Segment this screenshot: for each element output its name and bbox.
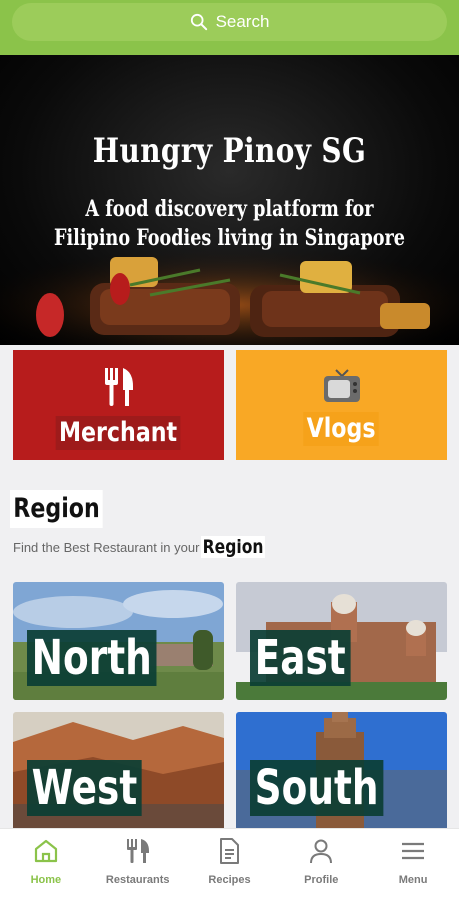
vlogs-label: Vlogs — [303, 412, 380, 446]
region-card-label: East — [250, 630, 351, 686]
region-card-west[interactable]: West — [13, 712, 224, 830]
document-icon — [220, 838, 240, 864]
fork-knife-icon — [126, 839, 149, 863]
nav-profile[interactable]: Profile — [275, 829, 367, 900]
television-icon — [322, 368, 362, 406]
hero-subtitle-line-1: A food discovery platform for — [85, 196, 374, 222]
nav-home-label: Home — [30, 874, 62, 886]
nav-profile-label: Profile — [304, 874, 339, 886]
hero-banner: Hungry Pinoy SG A food discovery platfor… — [0, 55, 459, 345]
region-card-label: West — [27, 760, 142, 816]
bottom-navigation: Home Restaurants Recipes Profile Menu — [0, 828, 459, 900]
hamburger-menu-icon — [402, 842, 425, 860]
fork-knife-icon — [103, 368, 135, 406]
hero-title: Hungry Pinoy SG — [92, 131, 367, 171]
search-label: Search — [215, 12, 270, 31]
search-bar[interactable]: Search — [12, 3, 447, 41]
vlogs-tile[interactable]: Vlogs — [236, 350, 447, 460]
nav-restaurants[interactable]: Restaurants — [92, 829, 184, 900]
region-card-label: North — [27, 630, 157, 686]
nav-menu-label: Menu — [398, 874, 428, 886]
person-icon — [310, 839, 333, 864]
region-subtitle-text: Find the Best Restaurant in your — [13, 539, 200, 555]
merchant-tile[interactable]: Merchant — [13, 350, 224, 460]
merchant-label: Merchant — [56, 416, 181, 450]
region-card-north[interactable]: North — [13, 582, 224, 700]
region-card-east[interactable]: East — [236, 582, 447, 700]
home-icon — [34, 839, 57, 863]
nav-restaurants-label: Restaurants — [105, 874, 170, 886]
region-card-south[interactable]: South — [236, 712, 447, 830]
region-card-label: South — [250, 760, 384, 816]
search-icon — [190, 13, 207, 31]
region-title: Region — [10, 490, 104, 528]
nav-recipes-label: Recipes — [208, 874, 251, 886]
grilled-food-image — [0, 245, 459, 345]
region-subtitle: Find the Best Restaurant in your Region — [13, 536, 280, 558]
region-subtitle-highlight: Region — [201, 536, 266, 558]
nav-menu[interactable]: Menu — [367, 829, 459, 900]
nav-home[interactable]: Home — [0, 829, 92, 900]
top-bar: Search — [0, 0, 459, 55]
nav-recipes[interactable]: Recipes — [184, 829, 276, 900]
